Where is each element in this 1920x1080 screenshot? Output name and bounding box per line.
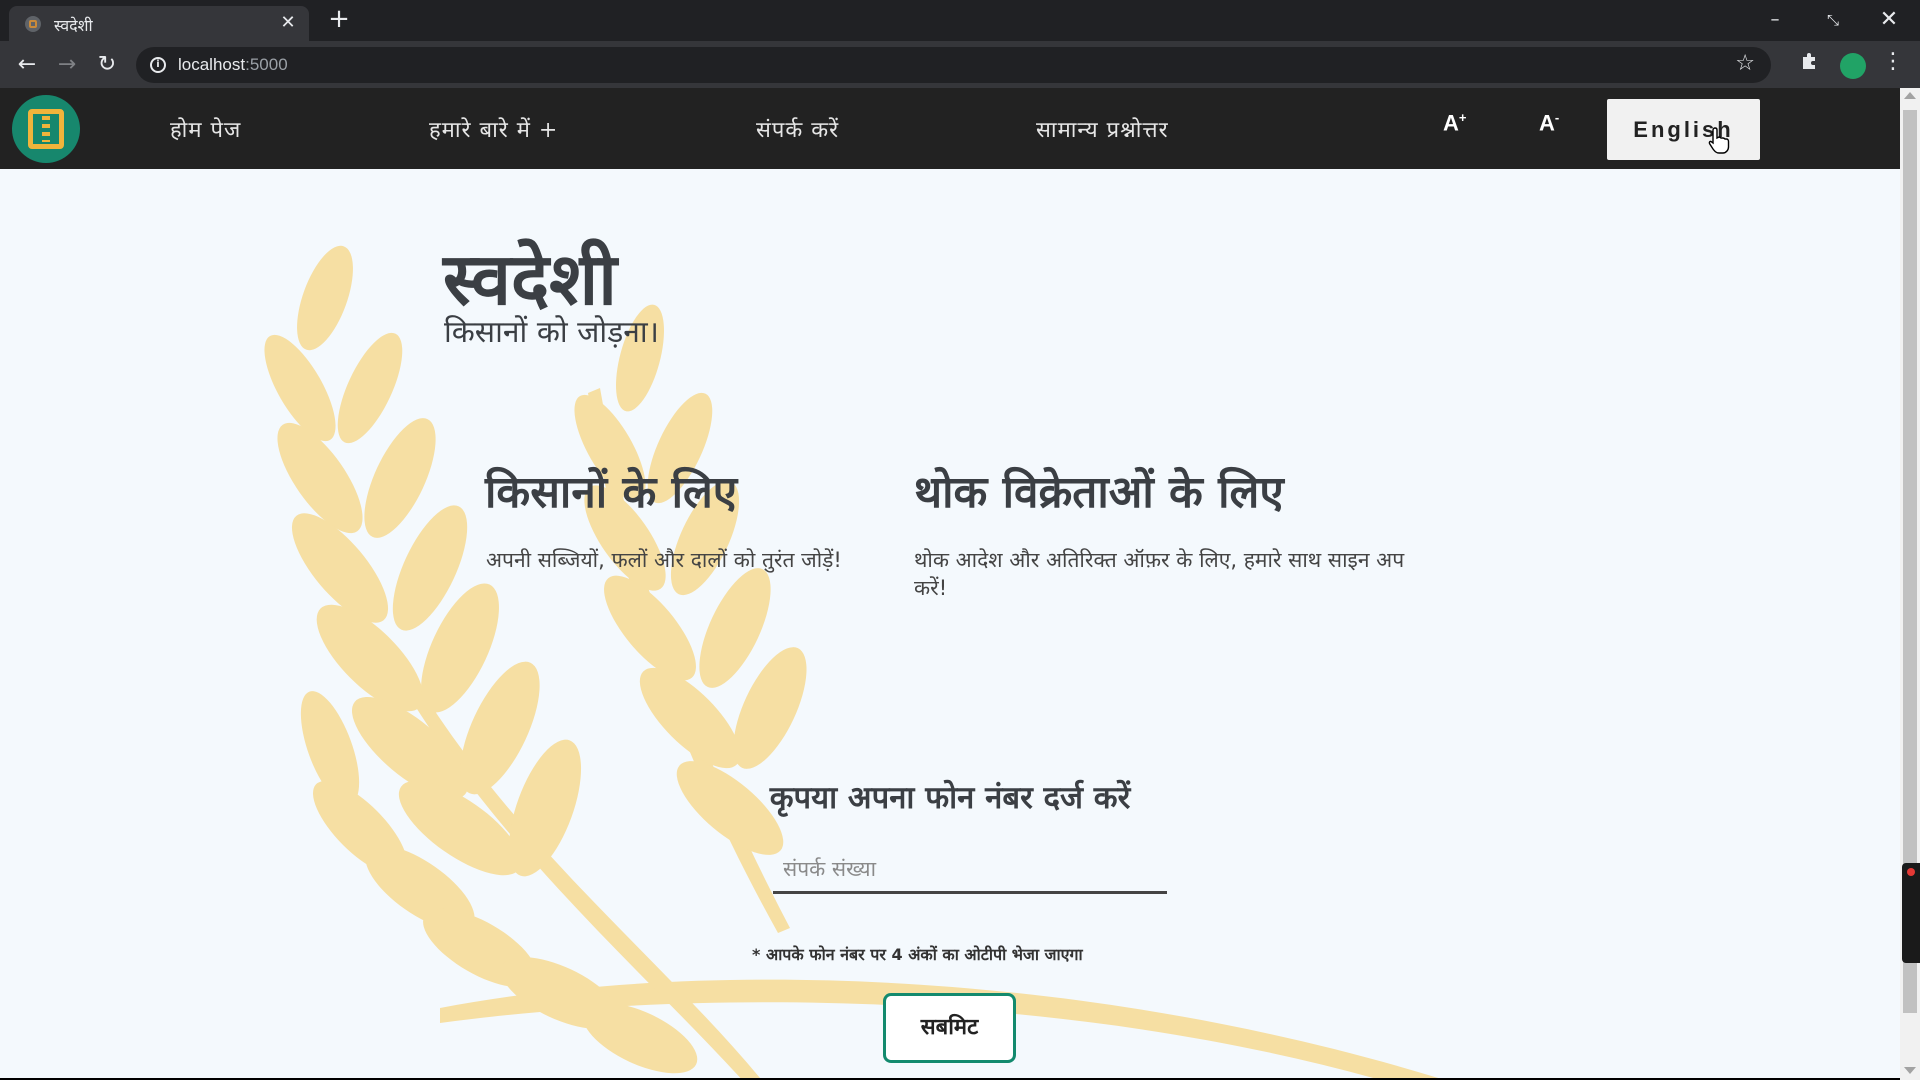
close-tab-icon[interactable]: ✕ [277,12,299,34]
otp-note: * आपके फोन नंबर पर 4 अंकों का ओटीपी भेजा… [752,945,1083,964]
nav-faq[interactable]: सामान्य प्रश्नोत्तर [1036,114,1169,144]
browser-tab-bar: स्वदेशी ✕ + – ⤡ ✕ [0,0,1920,41]
url-text[interactable]: localhost:5000 [178,55,288,75]
forward-icon[interactable]: → [52,50,82,80]
farmers-description: अपनी सब्जियों, फलों और दालों को तुरंत जो… [486,548,842,572]
language-toggle-button[interactable]: English [1607,99,1760,160]
browser-toolbar: ← → ↻ i localhost:5000 ☆ ⋮ [0,41,1920,88]
restore-button[interactable]: ⤡ [1810,6,1856,34]
scroll-up-icon[interactable] [1904,92,1916,99]
page-viewport: होम पेज हमारे बारे में + संपर्क करें साम… [0,88,1900,1078]
star-icon[interactable]: ☆ [1735,51,1755,76]
profile-icon[interactable] [1840,53,1866,79]
site-navbar: होम पेज हमारे बारे में + संपर्क करें साम… [0,88,1900,169]
wholesalers-description: थोक आदेश और अतिरिक्त ऑफ़र के लिए, हमारे … [914,548,1405,600]
browser-tab[interactable]: स्वदेशी ✕ [9,6,309,41]
new-tab-button[interactable]: + [325,6,353,34]
hand-cursor-icon [1708,127,1730,154]
nav-home[interactable]: होम पेज [170,114,241,144]
back-icon[interactable]: ← [12,50,42,80]
phone-form-title: कृपया अपना फोन नंबर दर्ज करें [769,780,1131,816]
scroll-down-icon[interactable] [1904,1067,1916,1074]
wheat-logo-icon[interactable] [12,95,80,163]
window-close-button[interactable]: ✕ [1866,6,1912,34]
minimize-button[interactable]: – [1752,6,1798,34]
phone-number-input[interactable] [773,846,1167,894]
farmers-heading: किसानों के लिए [485,467,738,518]
kebab-menu-icon[interactable]: ⋮ [1882,49,1904,74]
favicon-icon [25,16,41,32]
font-decrease-button[interactable]: A- [1539,110,1559,136]
puzzle-icon[interactable] [1800,51,1820,77]
address-bar[interactable]: i localhost:5000 ☆ [136,47,1771,83]
nav-about[interactable]: हमारे बारे में + [429,114,558,144]
nav-contact[interactable]: संपर्क करें [756,114,839,144]
record-dot-icon [1907,868,1915,876]
info-icon[interactable]: i [150,57,166,73]
screen-recorder-badge [1902,863,1920,963]
wholesalers-heading: थोक विक्रेताओं के लिए [914,467,1284,518]
hero-subtitle: किसानों को जोड़ना। [444,315,660,350]
font-increase-button[interactable]: A+ [1443,110,1466,136]
submit-button[interactable]: सबमिट [883,993,1016,1063]
tab-title: स्वदेशी [54,16,93,35]
reload-icon[interactable]: ↻ [92,50,122,80]
